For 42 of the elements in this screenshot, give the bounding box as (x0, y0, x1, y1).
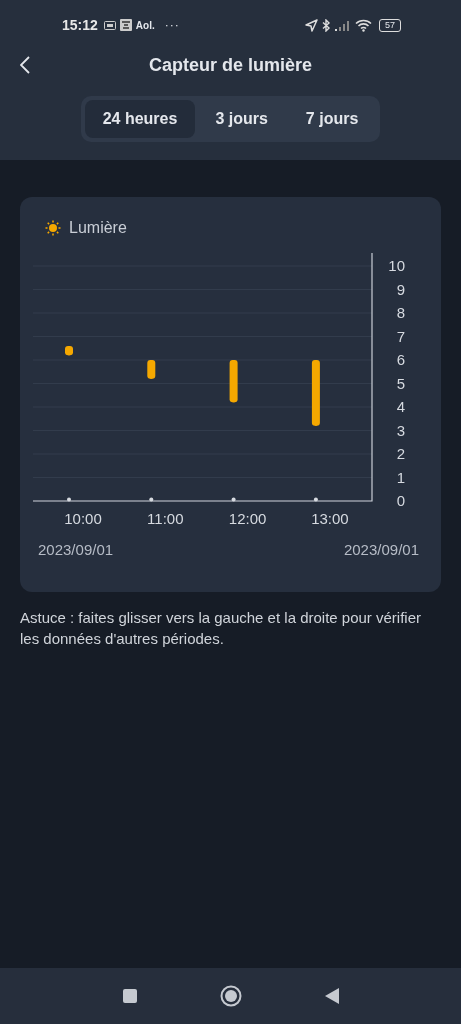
y-tick-label: 5 (396, 374, 405, 392)
bluetooth-icon (322, 18, 331, 32)
page-title: Capteur de lumière (148, 54, 312, 76)
range-bar (147, 359, 156, 380)
period-tab[interactable]: 24 heures (84, 100, 196, 138)
x-tick-label: 10:00 (64, 510, 102, 527)
y-tick-label: 2 (396, 445, 405, 462)
wifi-icon (355, 18, 372, 32)
baseline-dot (67, 497, 71, 502)
y-tick-label: 8 (396, 304, 405, 321)
y-tick-label: 3 (396, 421, 405, 439)
sun-icon (45, 220, 61, 236)
legend-label: Lumière (69, 219, 127, 237)
app-label: Aol. (135, 19, 155, 31)
start-date: 2023/09/01 (38, 541, 114, 558)
y-tick-label: 1 (396, 468, 405, 486)
period-tab[interactable]: 3 jours (197, 100, 286, 138)
notification-icon (103, 20, 116, 30)
status-time: 15:12 (62, 17, 98, 33)
range-bar (311, 359, 320, 427)
y-tick-label: 9 (396, 280, 405, 298)
x-tick-label: 13:00 (311, 510, 349, 527)
signal-icon (335, 19, 351, 31)
x-tick-label: 12:00 (228, 510, 267, 527)
tip-text: Astuce : faites glisser vers la gauche et la droite pour vérifier les données d'autres périodes. (20, 608, 423, 649)
y-tick-label: 10 (388, 257, 405, 274)
battery-indicator: 57 (379, 18, 401, 32)
baseline-dot (313, 497, 318, 502)
period-tab[interactable]: 7 jours (287, 100, 377, 138)
more-notifications: ··· (164, 18, 180, 32)
location-icon (305, 18, 318, 32)
y-tick-label: 4 (396, 398, 405, 415)
y-tick-label: 6 (396, 351, 405, 368)
y-tick-label: 0 (396, 492, 405, 509)
range-bar (65, 344, 73, 357)
baseline-dot (149, 497, 154, 502)
y-tick-label: 7 (396, 327, 405, 345)
end-date: 2023/09/01 (343, 541, 419, 558)
baseline-dot (231, 497, 236, 502)
range-bar (229, 359, 238, 404)
x-tick-label: 11:00 (147, 510, 184, 527)
app-icon (119, 19, 132, 31)
